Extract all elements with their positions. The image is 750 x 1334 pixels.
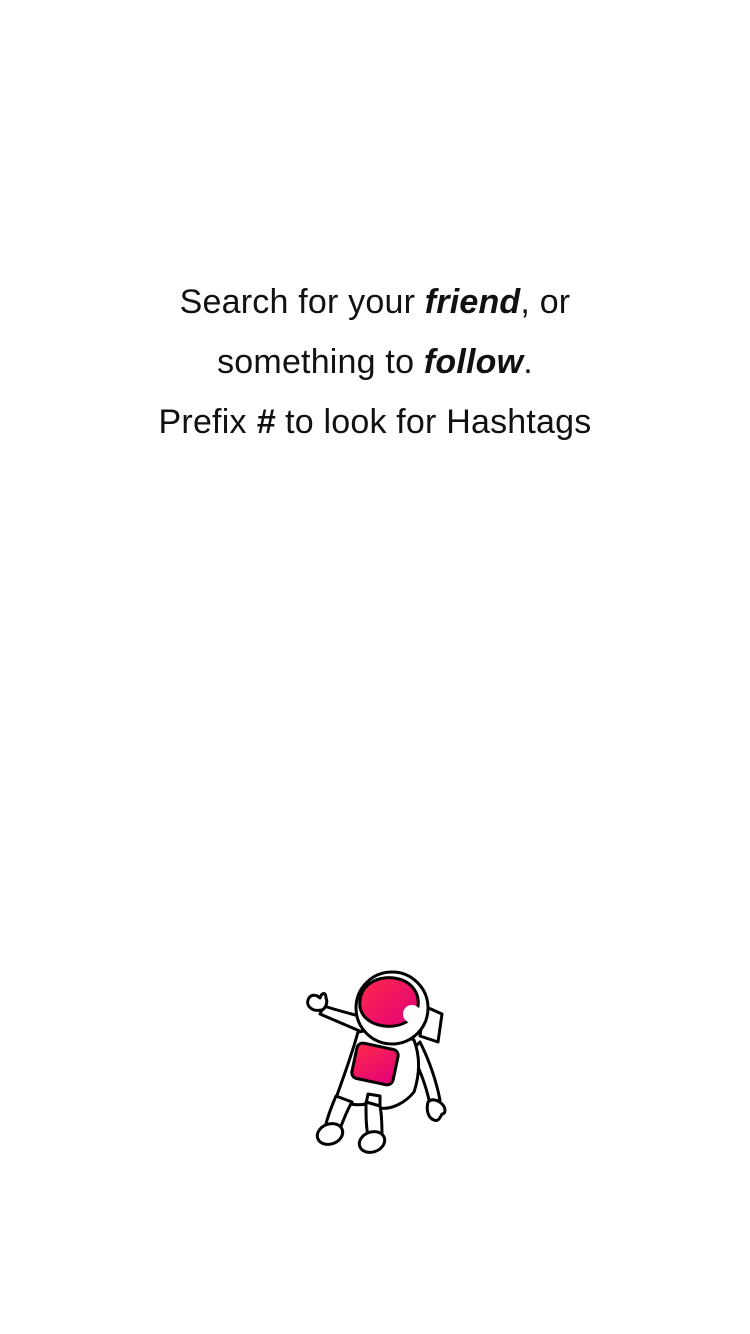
- hint-line-3: Prefix # to look for Hashtags: [0, 392, 750, 452]
- hint-line-1: Search for your friend, or: [0, 272, 750, 332]
- hint-line-2: something to follow.: [0, 332, 750, 392]
- hint-line-2-suffix: .: [523, 343, 533, 381]
- astronaut-illustration: [296, 962, 456, 1162]
- search-empty-state-message: Search for your friend, or something to …: [0, 272, 750, 452]
- hint-line-1-suffix: , or: [520, 283, 571, 321]
- hint-emphasis-friend: friend: [424, 283, 521, 321]
- hint-line-3-suffix: to look for Hashtags: [275, 403, 592, 441]
- astronaut-icon: [306, 970, 447, 1154]
- hint-line-1-prefix: Search for your: [179, 283, 425, 321]
- hint-line-3-prefix: Prefix: [158, 403, 257, 441]
- hint-emphasis-follow: follow: [423, 343, 524, 381]
- hint-line-2-prefix: something to: [217, 343, 424, 381]
- hint-emphasis-hashtag: #: [256, 403, 276, 441]
